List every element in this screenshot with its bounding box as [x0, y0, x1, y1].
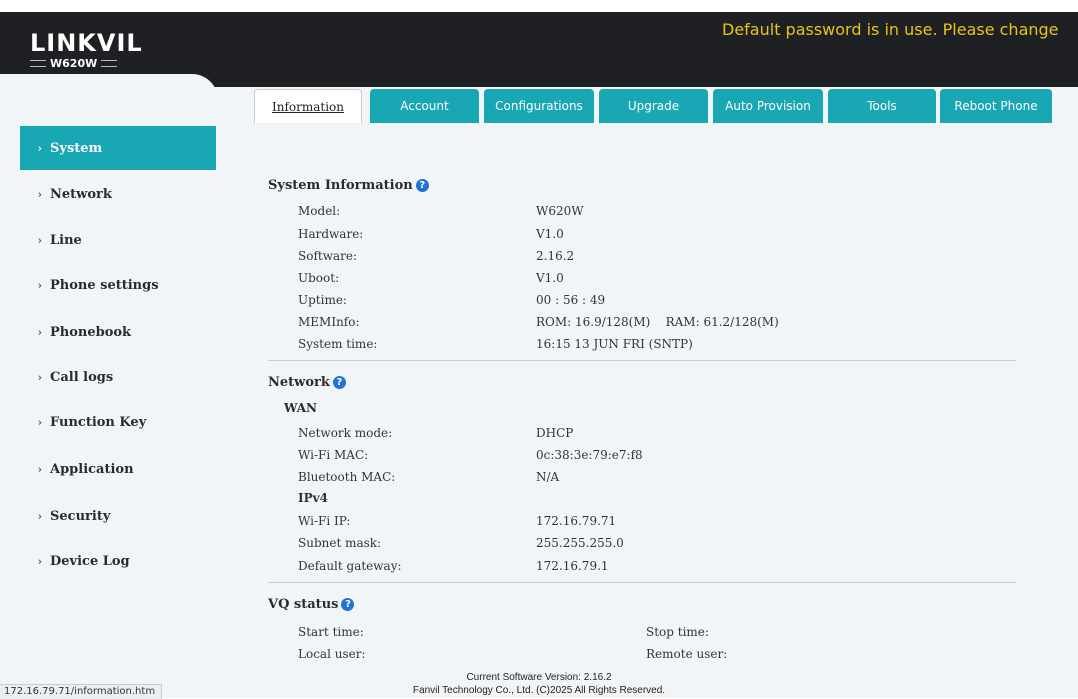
- status-bar-url: 172.16.79.71/information.htm: [0, 684, 163, 699]
- chevron-right-icon: ›: [37, 509, 42, 523]
- tab-upgrade[interactable]: Upgrade: [599, 89, 708, 123]
- field-value: 00 : 56 : 49: [536, 293, 606, 307]
- sidebar-item-system[interactable]: › System: [20, 126, 216, 170]
- tab-reboot-phone[interactable]: Reboot Phone: [940, 89, 1052, 123]
- sidebar-item-label: Device Log: [50, 553, 130, 569]
- field-value: ROM: 16.9/128(M) RAM: 61.2/128(M): [536, 315, 779, 329]
- field-value: V1.0: [536, 227, 564, 241]
- chevron-right-icon: ›: [37, 141, 42, 155]
- field-value: 2.16.2: [536, 249, 575, 263]
- chevron-right-icon: ›: [37, 462, 42, 476]
- field-label: Uboot:: [298, 271, 340, 285]
- tab-information[interactable]: Information: [254, 89, 362, 123]
- field-value: 172.16.79.71: [536, 514, 617, 528]
- sidebar-item-label: Call logs: [50, 369, 114, 385]
- field-value: V1.0: [536, 271, 564, 285]
- field-label: Local user:: [298, 647, 366, 661]
- logo-bars-left: [30, 60, 46, 67]
- field-value: DHCP: [536, 426, 574, 440]
- help-icon[interactable]: ?: [415, 179, 429, 192]
- section-title: System Information: [268, 178, 413, 193]
- subsection-wan: WAN: [284, 401, 317, 415]
- section-system-information: System Information ?: [268, 178, 429, 193]
- sidebar-item-label: System: [50, 140, 103, 156]
- brand-logo: LINKVIL W620W: [30, 30, 143, 70]
- sidebar-header-curve: [0, 74, 218, 114]
- page: LINKVIL W620W Default password is in use…: [0, 12, 1078, 699]
- logo-model-text: W620W: [50, 57, 98, 70]
- field-label: Subnet mask:: [298, 536, 382, 550]
- main-content: System Information ? Model: W620W Hardwa…: [218, 124, 1078, 684]
- help-icon[interactable]: ?: [341, 598, 355, 611]
- sidebar-item-label: Network: [50, 186, 112, 202]
- sidebar-item-network[interactable]: › Network: [20, 172, 216, 216]
- logo-bars-right: [101, 60, 118, 67]
- logo-text: LINKVIL: [30, 29, 143, 57]
- section-title: Network: [268, 375, 330, 390]
- sidebar: › System › Network › Line › Phone settin…: [0, 114, 218, 698]
- subsection-ipv4: IPv4: [298, 491, 328, 505]
- sidebar-item-device-log[interactable]: › Device Log: [20, 539, 216, 583]
- help-icon[interactable]: ?: [332, 376, 346, 389]
- field-label: Stop time:: [646, 625, 709, 639]
- field-label: System time:: [298, 337, 378, 351]
- sidebar-item-label: Security: [50, 508, 111, 524]
- divider: [268, 360, 1016, 361]
- default-password-warning: Default password is in use. Please chang…: [722, 20, 1059, 39]
- sidebar-item-phone-settings[interactable]: › Phone settings: [20, 263, 216, 307]
- sidebar-item-label: Line: [50, 232, 82, 248]
- field-value: 255.255.255.0: [536, 536, 624, 550]
- field-label: Hardware:: [298, 227, 364, 241]
- chevron-right-icon: ›: [37, 278, 42, 292]
- section-network: Network ?: [268, 375, 346, 390]
- sidebar-item-function-key[interactable]: › Function Key: [20, 400, 216, 444]
- field-label: Wi-Fi MAC:: [298, 448, 369, 462]
- chevron-right-icon: ›: [37, 233, 42, 247]
- field-value: W620W: [536, 204, 584, 218]
- field-value: 172.16.79.1: [536, 559, 609, 573]
- field-label: Start time:: [298, 625, 364, 639]
- chevron-right-icon: ›: [37, 370, 42, 384]
- divider: [268, 582, 1016, 583]
- tab-auto-provision[interactable]: Auto Provision: [713, 89, 823, 123]
- field-value: 16:15 13 JUN FRI (SNTP): [536, 337, 693, 351]
- footer-version: Current Software Version: 2.16.2: [466, 672, 612, 683]
- chevron-right-icon: ›: [37, 554, 42, 568]
- field-label: MEMInfo:: [298, 315, 360, 329]
- sidebar-item-phonebook[interactable]: › Phonebook: [20, 310, 216, 354]
- field-label: Model:: [298, 204, 341, 218]
- chevron-right-icon: ›: [37, 187, 42, 201]
- section-vq-status: VQ status ?: [268, 597, 355, 612]
- sidebar-item-label: Phone settings: [50, 277, 159, 293]
- field-label: Remote user:: [646, 647, 728, 661]
- field-label: Uptime:: [298, 293, 347, 307]
- sidebar-item-line[interactable]: › Line: [20, 218, 216, 262]
- sidebar-item-label: Phonebook: [50, 324, 132, 340]
- chevron-right-icon: ›: [37, 325, 42, 339]
- chevron-right-icon: ›: [37, 415, 42, 429]
- logo-model: W620W: [30, 57, 143, 70]
- tab-configurations[interactable]: Configurations: [484, 89, 594, 123]
- sidebar-item-label: Function Key: [50, 414, 147, 430]
- tab-tools[interactable]: Tools: [828, 89, 936, 123]
- sidebar-item-call-logs[interactable]: › Call logs: [20, 355, 216, 399]
- sidebar-item-application[interactable]: › Application: [20, 447, 216, 491]
- tab-account[interactable]: Account: [370, 89, 479, 123]
- field-label: Default gateway:: [298, 559, 402, 573]
- field-label: Wi-Fi IP:: [298, 514, 351, 528]
- field-value: N/A: [536, 470, 560, 484]
- field-label: Bluetooth MAC:: [298, 470, 396, 484]
- field-label: Software:: [298, 249, 358, 263]
- section-title: VQ status: [268, 597, 339, 612]
- field-label: Network mode:: [298, 426, 393, 440]
- sidebar-item-security[interactable]: › Security: [20, 494, 216, 538]
- sidebar-item-label: Application: [50, 461, 134, 477]
- field-value: 0c:38:3e:79:e7:f8: [536, 448, 643, 462]
